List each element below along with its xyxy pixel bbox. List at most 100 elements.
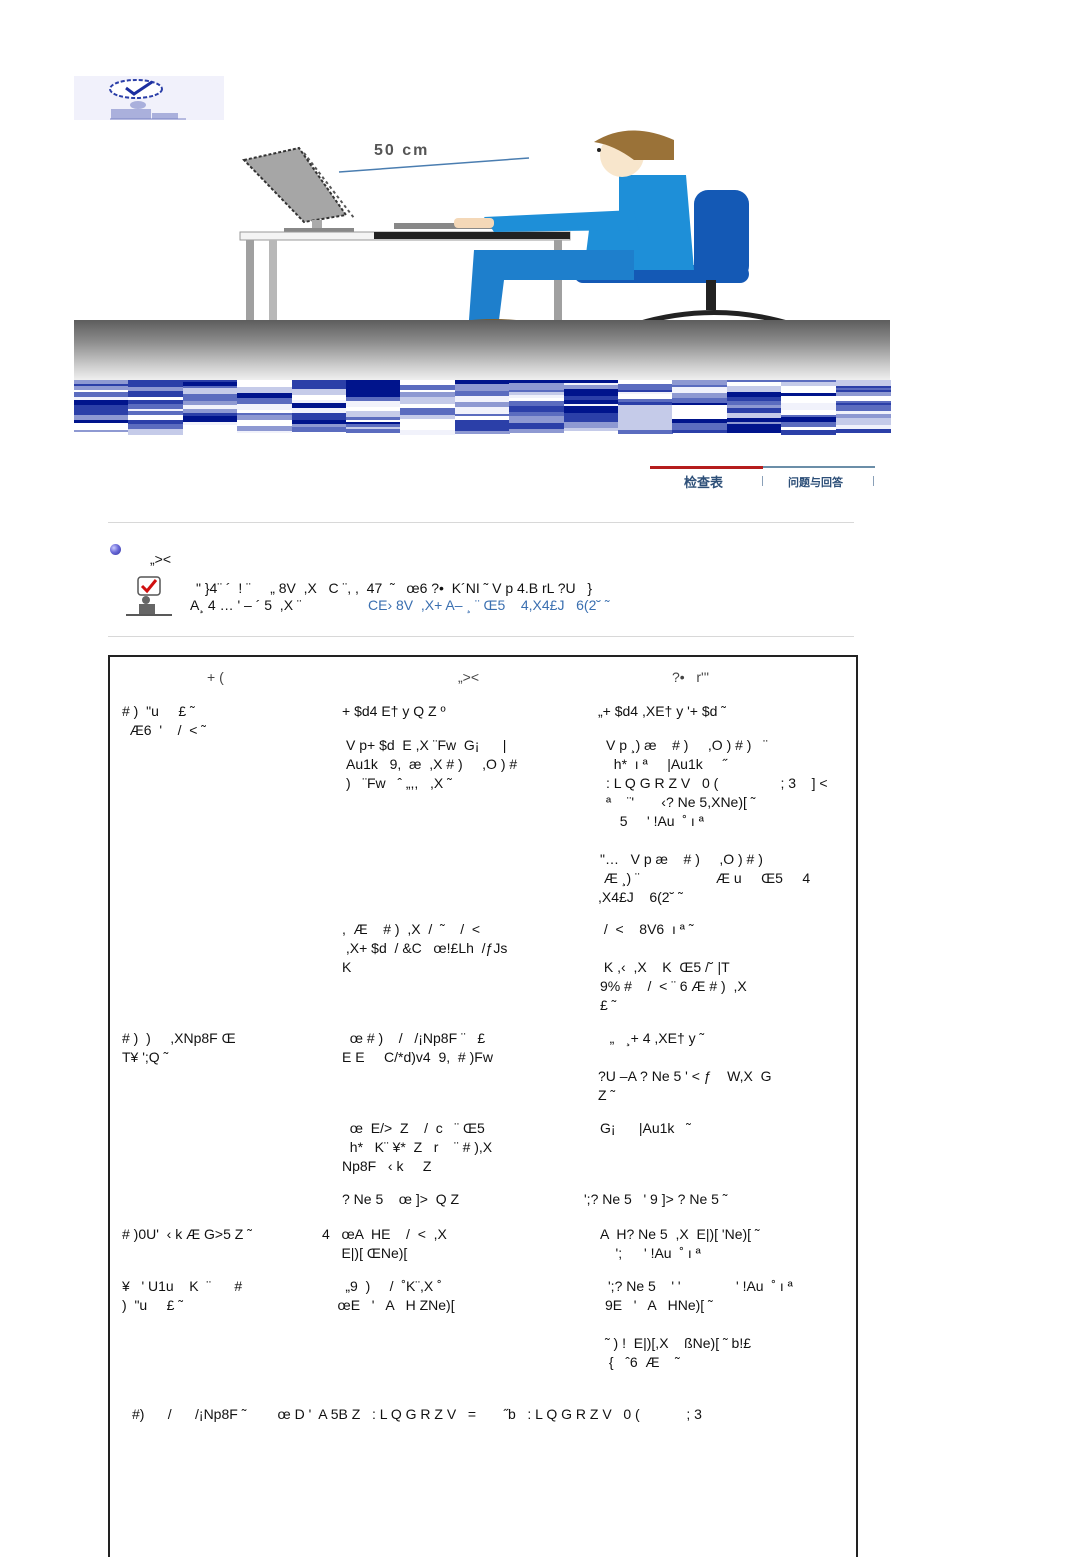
intro-line-2: A¸ 4 … ' – ´ 5 ,X ¨ (190, 597, 302, 613)
stripe-column (781, 380, 837, 435)
stripe-column (128, 380, 184, 435)
floor-gradient (74, 320, 890, 382)
stripe-band (237, 380, 293, 387)
check-cell: „9 ) / ˚K¨,X ˚ œE ' A H ZNe)[ (337, 1278, 455, 1313)
solution-cell: „+ $d4 ,XE† y '+ $d ˜ (598, 703, 726, 719)
stripe-band (781, 403, 837, 410)
stripe-band (509, 416, 565, 423)
stripe-band (400, 408, 456, 415)
symptom-cell: ¥ ' U1u K ¨ # ) "u £ ˜ (122, 1278, 243, 1313)
stripe-band (454, 407, 510, 414)
stripe-band (400, 397, 456, 404)
decorative-stripe-banner (74, 380, 891, 438)
tab-active-indicator (650, 466, 763, 469)
solution-cell: G¡ |Au1k ˜ (600, 1120, 691, 1136)
tab-separator (762, 476, 763, 486)
solution-cell: ';? Ne 5 ' ' (608, 1278, 720, 1294)
stripe-column (346, 380, 401, 433)
solution-cell: 9E ' A HNe)[ ˜ (605, 1297, 713, 1313)
tab-checklist[interactable]: 检查表 (684, 472, 723, 491)
tab-separator (873, 476, 874, 486)
intro-link[interactable]: CE› 8V ,X+ A– ¸ ¨ Œ5 4,X4£J 6(2˘ ˜ (368, 597, 610, 614)
stripe-band (509, 429, 565, 433)
stripe-column (291, 380, 347, 432)
stripe-band (563, 431, 619, 438)
check-cell: œ # ) / /¡Np8F ¨ £ E E C/*d)v4 9, # )Fw (342, 1030, 493, 1065)
stripe-band (291, 413, 347, 420)
check-cell: œ E/> Z / c ¨ Œ5 h* K¨ ¥* Z r ¨ # ),X Np… (342, 1120, 493, 1174)
stripe-band (563, 406, 619, 413)
solution-cell: / < 8V6 ı ª ˜ K ,‹ ,X K Œ5 /˘ |T 9% # / … (600, 921, 747, 1013)
stripe-band (400, 430, 456, 435)
stripe-band (237, 431, 293, 433)
stripe-band (291, 380, 347, 387)
divider (108, 522, 854, 523)
stripe-band (781, 430, 837, 435)
stripe-band (182, 394, 238, 401)
divider (108, 636, 854, 637)
stripe-band (74, 430, 129, 432)
solution-cell: '; (600, 1245, 634, 1261)
stripe-band (618, 430, 673, 434)
symptom-cell: # )0U' ‹ k Æ G>5 Z ˜ (122, 1226, 252, 1242)
solution-link[interactable]: 5 ' !Au ˚ ı ª (612, 812, 704, 831)
solution-link[interactable]: Æ u Œ5 4 ,X4£J 6(2˘ ˜ (598, 869, 810, 907)
stripe-band (182, 425, 238, 432)
stripe-band (835, 418, 891, 425)
stripe-column (74, 380, 129, 432)
stripe-band (128, 380, 184, 387)
distance-label: 50 cm (374, 142, 429, 159)
check-cell: ? Ne 5 œ ]> Q Z (342, 1191, 460, 1207)
stripe-band (454, 431, 510, 434)
checklist-header-icon (74, 76, 224, 120)
stripe-column (726, 380, 782, 433)
stripe-band (74, 423, 129, 430)
tab-inactive-indicator (763, 466, 875, 468)
solution-cell: A H? Ne 5 ,X E|)[ 'Ne)[ ˜ (600, 1226, 760, 1242)
stripe-band (726, 428, 782, 433)
stripe-column (618, 380, 673, 434)
stripe-band (672, 423, 728, 430)
stripe-band (781, 396, 837, 403)
check-cell: 4 œA HE / < ,X E|)[ ŒNe)[ (322, 1226, 447, 1261)
solution-cell: ˜ ) ! E|)[,X ßNe)[ ˜ b!£ { ˆ6 Æ ˜ (605, 1335, 751, 1370)
header-solution: ?• r''' (672, 669, 710, 685)
symptom-cell: # ) "u £ ˜ Æ6 ' / < ˜ (122, 703, 206, 738)
intro-line-1: " }4¨ ´ ! ¨ „ 8V ,X C ¨, , 47 ˜ œ6 ?• K´… (196, 580, 593, 596)
solution-cell: "… V p æ # ) ,O ) # ) (600, 851, 763, 867)
stripe-band (618, 405, 673, 412)
header-check: „>< (458, 669, 480, 685)
solution-cell: ';? Ne 5 ' 9 ]> ? Ne 5 ˜ (584, 1191, 728, 1207)
stripe-column (672, 380, 728, 433)
checklist-person-icon (126, 576, 172, 616)
stripe-column (509, 380, 565, 433)
check-cell: + $d4 E† y Q Z º (342, 703, 446, 719)
stripe-band (672, 430, 728, 433)
stripe-band (781, 386, 837, 393)
section-heading: „>< (150, 551, 172, 567)
stripe-band (835, 429, 891, 433)
bullet-orb-icon (110, 544, 121, 555)
stripe-band (291, 429, 347, 432)
stripe-column (237, 380, 293, 433)
tab-faq[interactable]: 问题与回答 (788, 474, 843, 490)
solution-link[interactable]: ' !Au ˚ ı ª (644, 1244, 701, 1263)
solution-link[interactable]: ' !Au ˚ ı ª (736, 1277, 793, 1296)
stripe-column (400, 380, 456, 435)
check-cell: V p+ $d E ,X ¨Fw G¡ | Au1k 9, æ ,X # ) ,… (346, 737, 518, 791)
stripe-column (454, 380, 510, 434)
stripe-band (563, 389, 619, 396)
table-footer-note: #) / /¡Np8F ˜ œ D ' A 5B Z : L Q G R Z V… (132, 1406, 702, 1422)
solution-cell: „ ¸+ 4 ,XE† y ˜ ?U –A ? Ne 5 ' < ƒ W,X G… (598, 1030, 772, 1103)
stripe-band (454, 384, 510, 391)
symptom-cell: # ) ) ,XNp8F Œ T¥ ';Q ˜ (122, 1030, 236, 1065)
stripe-band (128, 429, 184, 435)
header-symptom: + ( (207, 669, 224, 685)
solution-cell: V p ¸) æ # ) ,O ) # ) ¨ h* ı ª |Au1k ˝ :… (606, 737, 828, 810)
stripe-column (835, 380, 891, 433)
stripe-column (182, 380, 238, 432)
stripe-column (563, 380, 619, 438)
stripe-band (618, 423, 673, 430)
check-cell: , Æ # ) ,X / ˜ / < ,X+ $d / &C œ!£Lh /ƒJ… (342, 921, 508, 975)
stripe-band (346, 429, 401, 433)
